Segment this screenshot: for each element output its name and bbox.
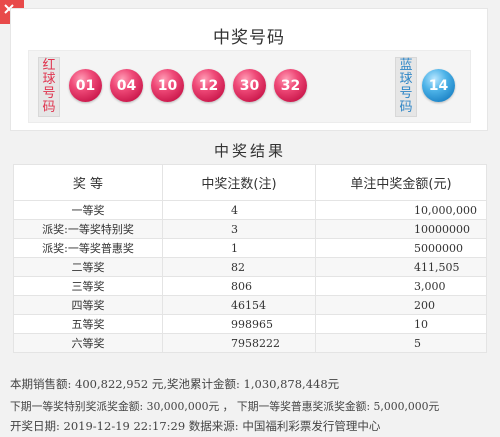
winner-count: 46154 [162,295,316,315]
header-prize-level: 奖 等 [13,164,163,201]
prize-level: 六等奖 [13,333,163,353]
prize-level: 五等奖 [13,314,163,334]
prize-level: 派奖:一等奖特别奖 [13,219,163,239]
prize-level: 四等奖 [13,295,163,315]
prize-table: 奖 等 中奖注数(注) 单注中奖金额(元) 一等奖 4 10,000,000 派… [13,164,487,353]
blue-ball: 14 [422,69,455,102]
table-row: 三等奖 806 3,000 [13,276,487,296]
red-ball: 12 [192,69,225,102]
prize-amount: 10 [315,314,487,334]
red-ball: 04 [110,69,143,102]
table-row: 六等奖 7958222 5 [13,333,487,353]
prize-amount: 10,000,000 [315,200,487,220]
winner-count: 82 [162,257,316,277]
table-row: 一等奖 4 10,000,000 [13,200,487,220]
prize-amount: 3,000 [315,276,487,296]
prize-level: 一等奖 [13,200,163,220]
draw-date-source: 开奖日期: 2019-12-19 22:17:29 数据来源: 中国福利彩票发行… [10,419,381,433]
prize-level: 二等奖 [13,257,163,277]
header-winner-count: 中奖注数(注) [162,164,316,201]
prize-amount: 411,505 [315,257,487,277]
prize-amount: 10000000 [315,219,487,239]
red-ball: 30 [233,69,266,102]
red-ball: 01 [69,69,102,102]
winner-count: 7958222 [162,333,316,353]
prize-amount: 200 [315,295,487,315]
red-ball: 10 [151,69,184,102]
prize-level: 三等奖 [13,276,163,296]
table-row: 二等奖 82 411,505 [13,257,487,277]
winner-count: 806 [162,276,316,296]
winner-count: 4 [162,200,316,220]
winning-numbers-panel: 中奖号码 红 球 号 码 01 04 10 12 30 32 蓝 球 号 码 1… [10,8,488,131]
sales-summary: 本期销售额: 400,822,952 元,奖池累计金额: 1,030,878,4… [10,377,340,391]
winning-numbers-title: 中奖号码 [213,28,285,48]
balls-panel: 红 球 号 码 01 04 10 12 30 32 蓝 球 号 码 14 [28,50,471,123]
prize-amount: 5000000 [315,238,487,258]
header-prize-amount: 单注中奖金额(元) [315,164,487,201]
table-row: 四等奖 46154 200 [13,295,487,315]
next-draw-bonus: 下期一等奖特别奖派奖金额: 30,000,000元 ， 下期一等奖普惠奖派奖金额… [10,400,440,413]
prize-result-title: 中奖结果 [213,142,286,160]
red-ball: 32 [274,69,307,102]
red-ball-label: 红 球 号 码 [38,57,60,117]
winner-count: 998965 [162,314,316,334]
table-header-row: 奖 等 中奖注数(注) 单注中奖金额(元) [13,164,487,201]
prize-amount: 5 [315,333,487,353]
table-row: 五等奖 998965 10 [13,314,487,334]
table-row: 派奖:一等奖特别奖 3 10000000 [13,219,487,239]
blue-ball-label: 蓝 球 号 码 [395,57,417,117]
prize-level: 派奖:一等奖普惠奖 [13,238,163,258]
table-row: 派奖:一等奖普惠奖 1 5000000 [13,238,487,258]
winner-count: 3 [162,219,316,239]
winner-count: 1 [162,238,316,258]
